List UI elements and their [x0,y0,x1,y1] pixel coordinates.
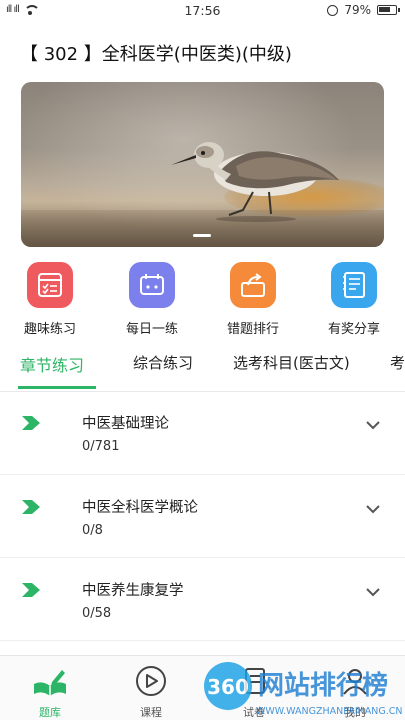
chapter-progress: 0/781 [82,439,120,454]
battery-fill [379,7,390,12]
chevron-down-icon[interactable] [366,587,380,597]
carousel-indicator[interactable] [193,234,211,237]
tab-more[interactable]: 考 [390,352,405,373]
checklist-icon [27,262,73,308]
tab-divider [0,391,405,392]
chapter-arrow-icon [22,416,40,430]
quick-action-label: 有奖分享 [327,322,380,337]
row-divider [0,640,405,641]
quick-action-share-reward[interactable]: 有奖分享 [304,262,404,337]
battery-percent: 79% [344,3,371,17]
chapter-name: 中医基础理论 [82,416,169,432]
chapter-name: 中医全科医学概论 [82,500,198,516]
page-title: 【 302 】全科医学(中医类)(中级) [20,44,292,65]
nav-label: 题库 [39,706,61,719]
banner-carousel[interactable] [21,82,384,247]
quick-actions: 趣味练习 每日一练 错题排行 有奖分享 [0,262,405,340]
banner-bird-image [171,142,339,222]
nav-courses[interactable]: 课程 [121,664,181,720]
chevron-down-icon[interactable] [366,420,380,430]
tab-elective-subject[interactable]: 选考科目(医古文) [233,352,350,373]
share-box-icon [230,262,276,308]
notebook-icon [331,262,377,308]
quick-action-label: 错题排行 [226,322,279,337]
quick-action-label: 每日一练 [125,322,178,337]
chapter-progress: 0/8 [82,523,103,538]
quick-action-fun-practice[interactable]: 趣味练习 [0,262,100,337]
calendar-icon [129,262,175,308]
book-pen-icon [34,670,66,696]
status-right: 79% [327,3,400,17]
watermark-text: 网站排行榜 [258,670,388,701]
chapter-progress: 0/58 [82,606,112,621]
quick-action-mistake-ranking[interactable]: 错题排行 [203,262,303,337]
quick-action-daily-practice[interactable]: 每日一练 [102,262,202,337]
watermark-badge: 360 [207,675,249,699]
status-bar: ıll ıll 17:56 79% [0,0,405,22]
chapter-item[interactable]: 中医养生康复学 0/58 [0,567,405,649]
watermark-logo: 360 网站排行榜 WWW.WANGZHANPAIHANG.CN [204,662,403,717]
chapter-item[interactable]: 中医基础理论 0/781 [0,400,405,482]
watermark-url: WWW.WANGZHANPAIHANG.CN [256,706,403,717]
alarm-icon [327,4,339,16]
chapter-arrow-icon [22,583,40,597]
tab-chapter-practice[interactable]: 章节练习 [20,352,84,376]
nav-question-bank[interactable]: 题库 [20,664,80,720]
row-divider [0,474,405,475]
chevron-down-icon[interactable] [366,504,380,514]
row-divider [0,557,405,558]
nav-label: 课程 [140,706,162,719]
chapter-item[interactable]: 中医全科医学概论 0/8 [0,484,405,566]
quick-action-label: 趣味练习 [23,322,76,337]
chapter-arrow-icon [22,500,40,514]
play-circle-icon [136,666,166,696]
watermark: 360 网站排行榜 WWW.WANGZHANPAIHANG.CN [196,658,405,720]
chapter-name: 中医养生康复学 [82,583,184,599]
tab-active-indicator [18,386,96,389]
battery-icon [377,5,400,15]
tab-comprehensive-practice[interactable]: 综合练习 [133,352,193,373]
tab-bar: 章节练习 综合练习 选考科目(医古文) 考 [0,348,405,389]
